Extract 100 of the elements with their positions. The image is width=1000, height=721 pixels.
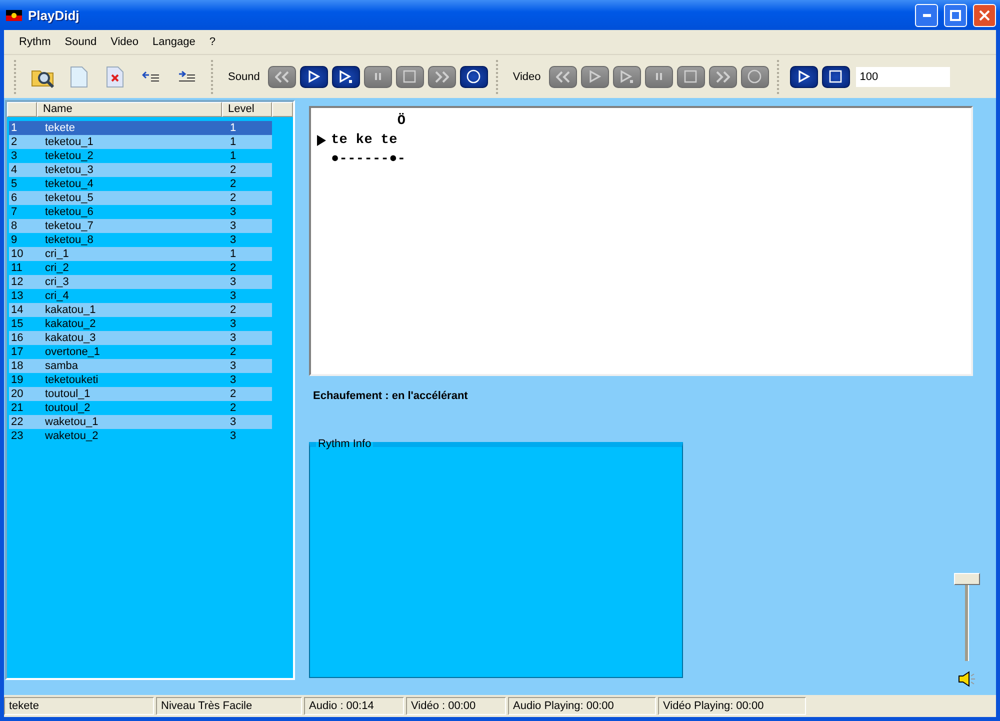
level-cell-text: 2 (229, 191, 238, 205)
list-row[interactable]: 1 tekete 1 (9, 121, 272, 135)
play-icon (798, 70, 810, 83)
level-cell-text: 2 (229, 163, 238, 177)
play-step-icon (338, 70, 353, 84)
name-cell-text: cri_2 (44, 261, 70, 275)
slider-thumb[interactable] (954, 573, 980, 585)
remove-line-icon[interactable] (178, 70, 196, 82)
flag-icon (6, 10, 22, 20)
row-number: 4 (10, 163, 18, 177)
row-number: 10 (10, 247, 24, 261)
toolbar-label: Sound (228, 70, 260, 82)
list-row[interactable]: 16 kakatou_3 3 (9, 331, 272, 345)
row-number: 20 (10, 387, 24, 401)
level-cell-text: 3 (229, 205, 238, 219)
list-row[interactable]: 20 toutoul_1 2 (9, 387, 272, 401)
notation-text: ●------●- (331, 152, 406, 167)
play-button[interactable] (790, 66, 818, 88)
name-cell-text: teketou_8 (44, 233, 94, 247)
tempo-field[interactable]: 100 (856, 66, 950, 86)
status-field: tekete (4, 697, 154, 715)
name-cell-text: teketouketi (44, 373, 100, 387)
status-field: Vidéo : 00:00 (406, 697, 506, 715)
menu-item[interactable]: Rythm (12, 36, 58, 48)
row-number: 17 (10, 345, 24, 359)
name-cell-text: teketou_5 (44, 191, 94, 205)
level-cell-text: 2 (229, 177, 238, 191)
menu-item[interactable]: Langage (146, 36, 202, 48)
row-number: 14 (10, 303, 24, 317)
close-icon (979, 10, 990, 20)
row-number: 16 (10, 331, 24, 345)
fast-forward-icon (716, 70, 730, 82)
list-row[interactable]: 10 cri_1 1 (9, 247, 272, 261)
level-cell-text: 3 (229, 233, 238, 247)
name-cell-text: kakatou_2 (44, 317, 97, 331)
name-cell-text: samba (44, 359, 80, 373)
list-row[interactable]: 22 waketou_1 3 (9, 415, 272, 429)
list-row[interactable]: 6 teketou_5 2 (9, 191, 272, 205)
menu-item[interactable]: Video (104, 36, 146, 48)
name-cell-text: toutoul_2 (44, 401, 92, 415)
volume-slider[interactable] (952, 573, 982, 661)
minimize-icon (922, 14, 930, 16)
circle-icon (466, 69, 482, 84)
rhythm-caption: Echaufement : en l'accélérant (313, 390, 469, 402)
fast-forward-icon (434, 70, 449, 82)
play-icon (588, 70, 601, 83)
row-number: 8 (10, 219, 18, 233)
row-number: 23 (10, 429, 24, 443)
stop-icon (403, 70, 416, 83)
delete-document-icon[interactable] (106, 66, 124, 88)
row-number: 15 (10, 317, 24, 331)
level-cell-text: 2 (229, 261, 238, 275)
level-cell-text: 2 (229, 387, 238, 401)
minimize-button[interactable] (915, 4, 938, 26)
level-cell-text: 3 (229, 359, 238, 373)
row-number: 6 (10, 191, 18, 205)
list-row[interactable]: 14 kakatou_1 2 (9, 303, 272, 317)
level-cell-text: 2 (229, 401, 238, 415)
status-field: Audio Playing: 00:00 (508, 697, 656, 715)
menu-item[interactable]: Sound (58, 36, 104, 48)
menu-item[interactable]: ? (202, 36, 222, 48)
maximize-button[interactable] (944, 4, 967, 26)
row-number: 18 (10, 359, 24, 373)
play-icon (308, 70, 320, 83)
column-header[interactable] (7, 102, 37, 117)
name-cell-text: cri_4 (44, 289, 70, 303)
list-row[interactable]: 18 samba 3 (9, 359, 272, 373)
name-cell-text: teketou_2 (44, 149, 94, 163)
stop-icon (829, 70, 842, 83)
toolbar-label: Video (512, 70, 541, 82)
name-cell-text: overtone_1 (44, 345, 102, 359)
rewind-icon (274, 70, 289, 82)
level-cell-text: 3 (229, 331, 238, 345)
speaker-icon[interactable] (958, 671, 976, 687)
column-header[interactable]: Level (222, 102, 272, 117)
name-cell-text: kakatou_1 (44, 303, 97, 317)
list-row[interactable]: 12 cri_3 3 (9, 275, 272, 289)
level-cell-text: 3 (229, 317, 238, 331)
level-cell-text: 3 (229, 415, 238, 429)
row-number: 11 (10, 261, 24, 275)
level-cell-text: 1 (229, 247, 238, 261)
row-number: 19 (10, 373, 24, 387)
step-button[interactable] (332, 66, 360, 88)
name-cell-text: kakatou_3 (44, 331, 97, 345)
column-header[interactable]: Name (37, 102, 222, 117)
stop-button[interactable] (822, 66, 850, 88)
row-number: 21 (10, 401, 24, 415)
level-cell-text: 3 (229, 219, 238, 233)
level-cell-text: 1 (229, 135, 238, 149)
record-button[interactable] (460, 66, 488, 88)
list-row[interactable]: 8 teketou_7 3 (9, 219, 272, 233)
list-row[interactable]: 4 teketou_3 2 (9, 163, 272, 177)
close-button[interactable] (973, 4, 996, 26)
maximize-icon (950, 10, 961, 20)
name-cell-text: cri_1 (44, 247, 70, 261)
insert-line-icon[interactable] (142, 70, 160, 82)
list-row[interactable]: 2 teketou_1 1 (9, 135, 272, 149)
play-button[interactable] (300, 66, 328, 88)
name-cell-text: waketou_1 (44, 415, 100, 429)
name-cell-text: teketou_7 (44, 219, 94, 233)
